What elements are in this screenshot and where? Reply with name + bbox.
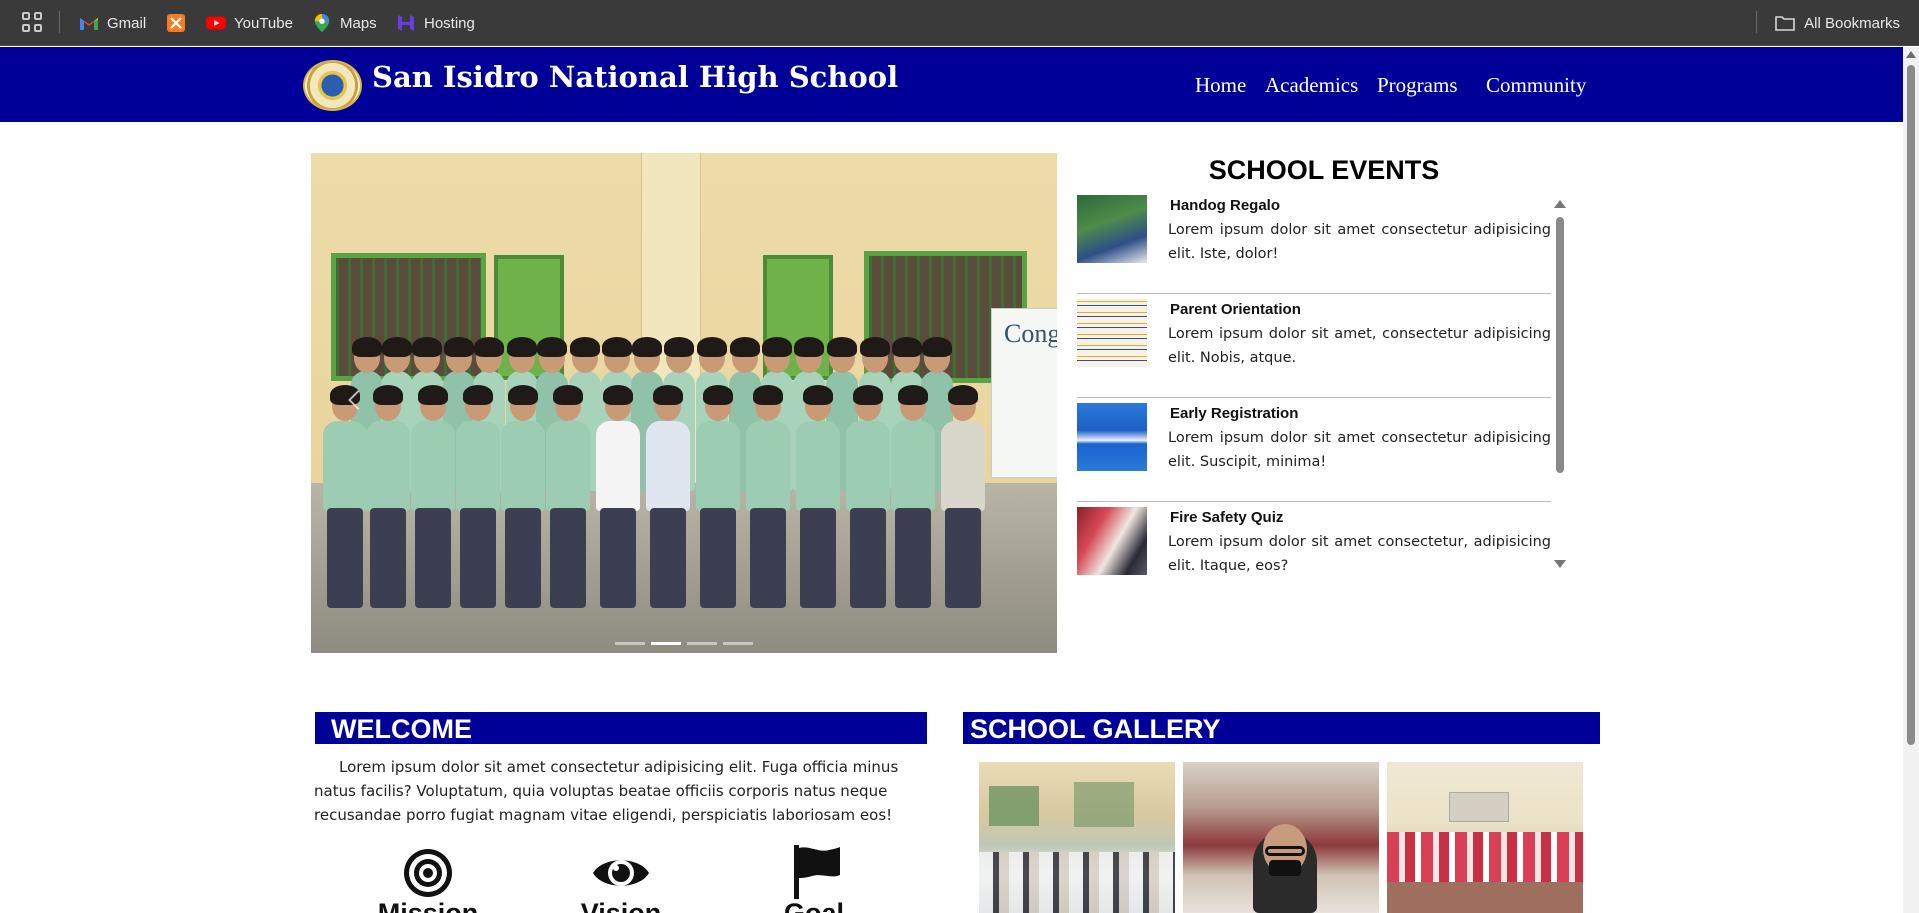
mission-label: Mission bbox=[377, 898, 479, 913]
bookmark-xampp[interactable] bbox=[166, 11, 186, 35]
vision-label: Vision bbox=[580, 898, 662, 913]
photo-person bbox=[891, 421, 935, 511]
events-title: SCHOOL EVENTS bbox=[1208, 155, 1440, 185]
bookmark-youtube[interactable]: YouTube bbox=[206, 11, 293, 35]
events-scroll-up-icon[interactable] bbox=[1554, 200, 1566, 208]
scroll-up-arrow-icon[interactable] bbox=[1906, 51, 1916, 58]
bookmarks-separator-right bbox=[1756, 11, 1757, 33]
carousel-indicator-1[interactable] bbox=[615, 642, 645, 645]
carousel-indicator-3[interactable] bbox=[687, 642, 717, 645]
event-thumbnail bbox=[1077, 507, 1147, 575]
folder-icon bbox=[1775, 16, 1795, 31]
bookmark-maps[interactable]: Maps bbox=[312, 11, 377, 35]
photo-person bbox=[323, 421, 367, 511]
event-title: Handog Regalo bbox=[1170, 197, 1281, 214]
event-item[interactable]: Fire Safety Quiz Lorem ipsum dolor sit a… bbox=[1077, 502, 1551, 580]
carousel-indicator-4[interactable] bbox=[723, 642, 753, 645]
flag-icon bbox=[794, 845, 840, 899]
bookmark-hosting-label: Hosting bbox=[424, 14, 475, 32]
photo-person bbox=[941, 421, 985, 511]
gallery-image-3[interactable] bbox=[1387, 762, 1583, 913]
event-thumbnail bbox=[1077, 195, 1147, 263]
nav-home[interactable]: Home bbox=[1195, 73, 1246, 98]
target-icon bbox=[404, 849, 452, 897]
goal-block[interactable]: Goal bbox=[759, 845, 869, 913]
event-title: Early Registration bbox=[1170, 405, 1299, 422]
bookmarks-bar: Gmail YouTube Maps Hosting All Bookmarks bbox=[0, 0, 1919, 46]
event-item[interactable]: Handog Regalo Lorem ipsum dolor sit amet… bbox=[1077, 190, 1551, 294]
bookmark-maps-label: Maps bbox=[340, 14, 377, 32]
events-list[interactable]: Handog Regalo Lorem ipsum dolor sit amet… bbox=[1077, 190, 1551, 580]
event-description: Lorem ipsum dolor sit amet consectetur, … bbox=[1168, 534, 1551, 574]
event-item[interactable]: Early Registration Lorem ipsum dolor sit… bbox=[1077, 398, 1551, 502]
maps-icon bbox=[314, 14, 330, 32]
gallery-heading: SCHOOL GALLERY bbox=[963, 712, 1600, 744]
hero-carousel[interactable]: Cong bbox=[311, 153, 1057, 653]
event-description: Lorem ipsum dolor sit amet consectetur a… bbox=[1168, 222, 1551, 262]
event-title: Parent Orientation bbox=[1170, 301, 1301, 318]
bookmarks-separator bbox=[59, 11, 60, 33]
event-thumbnail bbox=[1077, 403, 1147, 471]
gmail-icon bbox=[80, 18, 98, 30]
nav-community[interactable]: Community bbox=[1486, 73, 1586, 98]
site-title[interactable]: San Isidro National High School bbox=[372, 60, 898, 94]
photo-person bbox=[366, 421, 410, 511]
event-description: Lorem ipsum dolor sit amet, consectetur … bbox=[1168, 326, 1551, 366]
photo-person bbox=[746, 421, 790, 511]
site-header: San Isidro National High School Home Aca… bbox=[0, 47, 1903, 122]
photo-person bbox=[411, 421, 455, 511]
bookmark-gmail[interactable]: Gmail bbox=[79, 11, 146, 35]
photo-person bbox=[596, 421, 640, 511]
all-bookmarks-label: All Bookmarks bbox=[1804, 14, 1900, 32]
page-scrollbar-thumb[interactable] bbox=[1907, 65, 1915, 745]
bookmark-gmail-label: Gmail bbox=[107, 14, 147, 32]
youtube-icon bbox=[206, 16, 226, 30]
carousel-indicators bbox=[311, 642, 1057, 646]
event-item[interactable]: Parent Orientation Lorem ipsum dolor sit… bbox=[1077, 294, 1551, 398]
photo-person bbox=[456, 421, 500, 511]
events-scrollbar[interactable] bbox=[1553, 200, 1567, 572]
event-description: Lorem ipsum dolor sit amet consectetur a… bbox=[1168, 430, 1551, 470]
page-scrollbar[interactable] bbox=[1903, 47, 1919, 913]
gallery-image-2[interactable] bbox=[1183, 762, 1379, 913]
carousel-banner: Cong bbox=[991, 308, 1057, 478]
apps-grid-icon[interactable] bbox=[22, 12, 44, 34]
mission-block[interactable]: Mission bbox=[373, 845, 483, 913]
photo-person bbox=[696, 421, 740, 511]
event-title: Fire Safety Quiz bbox=[1170, 509, 1284, 526]
hosting-icon bbox=[398, 15, 414, 31]
welcome-heading: WELCOME bbox=[315, 712, 927, 744]
school-logo[interactable] bbox=[303, 60, 362, 111]
photo-person bbox=[501, 421, 545, 511]
all-bookmarks-button[interactable]: All Bookmarks bbox=[1775, 11, 1900, 35]
nav-academics[interactable]: Academics bbox=[1265, 73, 1358, 98]
eye-icon bbox=[593, 860, 649, 886]
xampp-icon bbox=[167, 14, 185, 32]
nav-programs[interactable]: Programs bbox=[1377, 73, 1458, 98]
photo-person bbox=[546, 421, 590, 511]
photo-person bbox=[646, 421, 690, 511]
welcome-text: Lorem ipsum dolor sit amet consectetur a… bbox=[314, 758, 899, 824]
events-scroll-down-icon[interactable] bbox=[1554, 560, 1566, 568]
photo-person bbox=[846, 421, 890, 511]
goal-label: Goal bbox=[783, 898, 844, 913]
vision-block[interactable]: Vision bbox=[566, 845, 676, 913]
photo-person bbox=[796, 421, 840, 511]
bookmark-hosting[interactable]: Hosting bbox=[396, 11, 475, 35]
carousel-indicator-2[interactable] bbox=[651, 642, 681, 645]
event-thumbnail bbox=[1077, 299, 1147, 367]
bookmark-youtube-label: YouTube bbox=[234, 14, 293, 32]
events-scrollbar-thumb[interactable] bbox=[1556, 217, 1564, 473]
gallery-image-1[interactable] bbox=[979, 762, 1175, 913]
